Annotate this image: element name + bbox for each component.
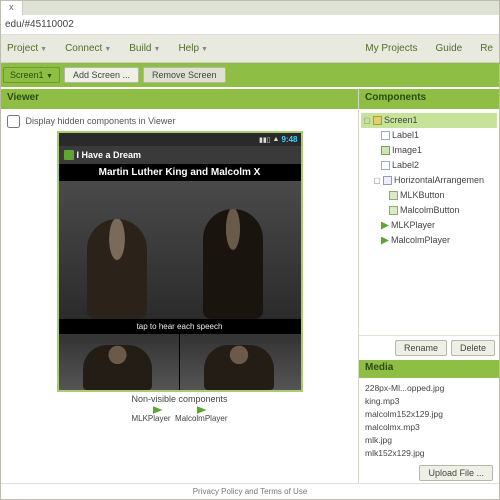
- media-file[interactable]: malcolmx.mp3: [365, 421, 493, 434]
- play-icon: [197, 406, 207, 414]
- nv-malcolmplayer[interactable]: MalcolmPlayer: [175, 414, 227, 423]
- hidden-components-checkbox[interactable]: [7, 115, 20, 128]
- horizontal-arrangement[interactable]: [59, 334, 301, 390]
- url-bar[interactable]: edu/#45110002: [1, 15, 499, 35]
- menu-connect[interactable]: Connect▼: [61, 39, 115, 58]
- link-my-projects[interactable]: My Projects: [361, 39, 421, 58]
- link-report[interactable]: Re: [476, 39, 497, 58]
- tree-mlkbutton[interactable]: MLKButton: [361, 188, 497, 203]
- screen-bar: Screen1 ▼ Add Screen ... Remove Screen: [1, 63, 499, 87]
- footer-link[interactable]: Privacy Policy and Terms of Use: [1, 483, 499, 499]
- menu-project[interactable]: Project▼: [3, 39, 51, 58]
- components-header: Components: [359, 89, 499, 109]
- label2[interactable]: tap to hear each speech: [59, 319, 301, 334]
- media-file[interactable]: malcolm152x129.jpg: [365, 408, 493, 421]
- malcolm-button[interactable]: [180, 334, 301, 390]
- rename-button[interactable]: Rename: [395, 340, 447, 356]
- nv-mlkplayer[interactable]: MLKPlayer: [131, 414, 170, 423]
- tree-malcolmbutton[interactable]: MalcolmButton: [361, 203, 497, 218]
- tree-malcolmplayer[interactable]: MalcolmPlayer: [361, 233, 497, 248]
- delete-button[interactable]: Delete: [451, 340, 495, 356]
- media-list: 228px-Ml...opped.jpg king.mp3 malcolm152…: [359, 378, 499, 464]
- hidden-components-label: Display hidden components in Viewer: [26, 116, 176, 126]
- app-icon: [64, 150, 74, 160]
- image1[interactable]: [59, 181, 301, 319]
- tree-screen1[interactable]: ▢Screen1: [361, 113, 497, 128]
- tree-ha[interactable]: ▢HorizontalArrangemen: [361, 173, 497, 188]
- add-screen-button[interactable]: Add Screen ...: [64, 67, 139, 83]
- menu-build[interactable]: Build▼: [125, 39, 164, 58]
- media-file[interactable]: mlk.jpg: [365, 434, 493, 447]
- app-title: I Have a Dream: [77, 150, 142, 160]
- nonvisible-header: Non-visible components: [7, 394, 352, 404]
- browser-tab[interactable]: x: [1, 1, 23, 15]
- screen-dropdown[interactable]: Screen1 ▼: [3, 67, 60, 83]
- component-tree: ▢Screen1 Label1 Image1 Label2 ▢Horizonta…: [359, 109, 499, 252]
- play-icon: [153, 406, 163, 414]
- media-file[interactable]: 228px-Ml...opped.jpg: [365, 382, 493, 395]
- media-header: Media: [359, 360, 499, 378]
- viewer-header: Viewer: [1, 89, 358, 109]
- media-file[interactable]: king.mp3: [365, 395, 493, 408]
- media-file[interactable]: mlk152x129.jpg: [365, 447, 493, 460]
- remove-screen-button[interactable]: Remove Screen: [143, 67, 226, 83]
- upload-file-button[interactable]: Upload File ...: [419, 465, 493, 481]
- phone-preview: ▮▮▯ ▲ 9:48 I Have a Dream Martin Luther …: [57, 131, 303, 392]
- tree-label1[interactable]: Label1: [361, 128, 497, 143]
- mlk-button[interactable]: [59, 334, 181, 390]
- tree-image1[interactable]: Image1: [361, 143, 497, 158]
- signal-icon: ▮▮▯: [259, 136, 271, 144]
- menu-help[interactable]: Help▼: [174, 39, 212, 58]
- tree-mlkplayer[interactable]: MLKPlayer: [361, 218, 497, 233]
- label1[interactable]: Martin Luther King and Malcolm X: [59, 164, 301, 181]
- menu-bar: Project▼ Connect▼ Build▼ Help▼ My Projec…: [1, 35, 499, 63]
- wifi-icon: ▲: [273, 136, 280, 143]
- tree-label2[interactable]: Label2: [361, 158, 497, 173]
- status-time: 9:48: [281, 135, 297, 144]
- link-guide[interactable]: Guide: [432, 39, 467, 58]
